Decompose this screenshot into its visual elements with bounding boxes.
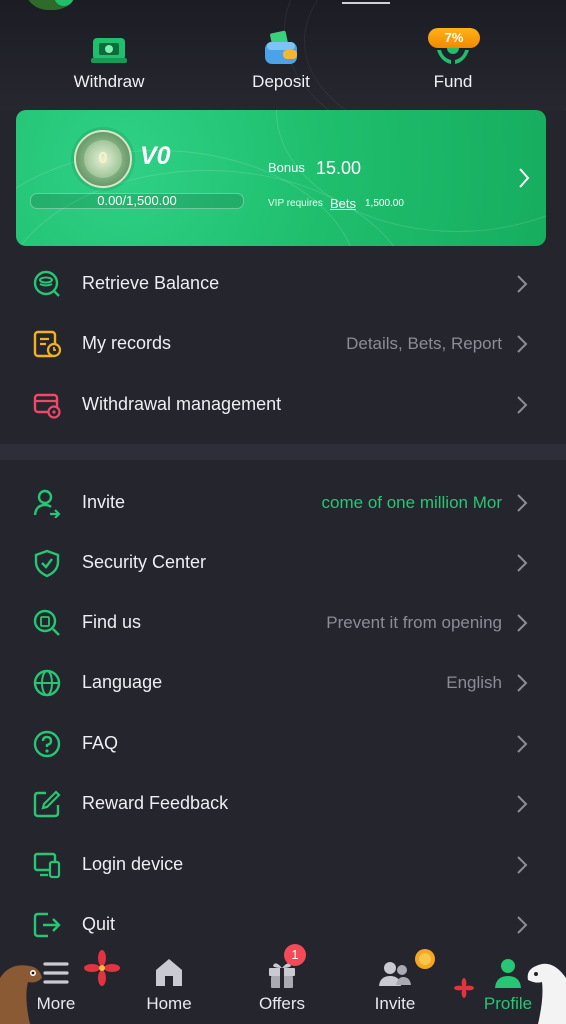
edit-icon bbox=[33, 790, 61, 818]
menu-label: Language bbox=[82, 672, 163, 692]
profile-page: Withdraw Deposit Fund 7% 0 V0 0.00/1,500… bbox=[0, 0, 566, 1024]
menu-value: English bbox=[446, 673, 502, 692]
bonus-value: 15.00 bbox=[316, 158, 362, 178]
menu-label: Invite bbox=[82, 492, 126, 512]
avatar[interactable] bbox=[24, 0, 78, 10]
menu-item-my-records[interactable]: My records Details, Bets, Report bbox=[0, 313, 566, 373]
deposit-label: Deposit bbox=[252, 72, 310, 91]
chevron-right-icon bbox=[517, 335, 528, 353]
menu-label: Withdrawal management bbox=[82, 394, 282, 414]
invite-user-icon bbox=[33, 489, 61, 518]
animal-decoration-icon bbox=[0, 965, 42, 1024]
records-icon bbox=[33, 330, 62, 358]
menu-label: Quit bbox=[82, 914, 116, 934]
menu-value: Prevent it from opening bbox=[326, 613, 502, 632]
vip-requires-amount: 1,500.00 bbox=[365, 198, 404, 209]
nav-label: Offers bbox=[259, 994, 305, 1013]
menu-label: FAQ bbox=[82, 733, 119, 753]
chevron-right-icon bbox=[519, 168, 530, 188]
chevron-right-icon bbox=[517, 396, 528, 414]
nav-offers[interactable]: Offers bbox=[226, 954, 338, 1014]
menu-item-login-device[interactable]: Login device bbox=[0, 834, 566, 894]
withdraw-icon bbox=[89, 30, 129, 70]
llama-decoration-icon bbox=[527, 963, 566, 1024]
tab-underline bbox=[342, 2, 390, 4]
bonus-label: Bonus bbox=[268, 160, 305, 175]
withdraw-label: Withdraw bbox=[73, 72, 145, 91]
home-icon bbox=[150, 954, 188, 992]
sun-flower-decoration-icon bbox=[415, 949, 435, 969]
retrieve-balance-icon bbox=[33, 270, 60, 297]
withdrawal-management-icon bbox=[33, 393, 61, 419]
chevron-right-icon bbox=[517, 916, 528, 934]
menu-item-retrieve-balance[interactable]: Retrieve Balance bbox=[0, 253, 566, 313]
devices-icon bbox=[33, 852, 61, 879]
flower-decoration-icon bbox=[84, 950, 120, 986]
menu-label: Retrieve Balance bbox=[82, 273, 220, 293]
menu-label: Security Center bbox=[82, 552, 207, 572]
withdraw-button[interactable]: Withdraw bbox=[44, 30, 174, 92]
nav-home[interactable]: Home bbox=[113, 954, 225, 1014]
vip-badge-number: 0 bbox=[84, 140, 122, 178]
deposit-button[interactable]: Deposit bbox=[216, 30, 346, 92]
menu-item-security-center[interactable]: Security Center bbox=[0, 532, 566, 592]
wallet-icon bbox=[261, 30, 301, 70]
fund-label: Fund bbox=[433, 72, 473, 91]
offers-badge: 1 bbox=[284, 944, 306, 966]
question-icon bbox=[33, 730, 61, 758]
chevron-right-icon bbox=[517, 275, 528, 293]
users-icon bbox=[376, 954, 414, 992]
menu-label: Reward Feedback bbox=[82, 793, 229, 813]
logout-icon bbox=[33, 912, 61, 938]
chevron-right-icon bbox=[517, 735, 528, 753]
vip-badge-icon: 0 bbox=[74, 130, 132, 188]
vip-card[interactable]: 0 V0 0.00/1,500.00 Bonus 15.00 VIP requi… bbox=[16, 110, 546, 246]
globe-icon bbox=[33, 669, 61, 697]
menu-label: Find us bbox=[82, 612, 142, 632]
chevron-right-icon bbox=[517, 614, 528, 632]
menu-item-find-us[interactable]: Find us Prevent it from opening bbox=[0, 592, 566, 652]
nav-label: Home bbox=[146, 994, 192, 1013]
menu-item-withdrawal-management[interactable]: Withdrawal management bbox=[0, 374, 566, 434]
flower-decoration-icon bbox=[454, 978, 474, 998]
chevron-right-icon bbox=[517, 856, 528, 874]
menu-label: My records bbox=[82, 333, 172, 353]
section-divider bbox=[0, 444, 566, 460]
invite-marquee-text: come of one million Mor bbox=[321, 493, 502, 512]
menu-label: Login device bbox=[82, 854, 184, 874]
menu-item-faq[interactable]: FAQ bbox=[0, 713, 566, 773]
menu-item-reward-feedback[interactable]: Reward Feedback bbox=[0, 773, 566, 833]
fund-badge: 7% bbox=[428, 28, 480, 48]
chevron-right-icon bbox=[517, 674, 528, 692]
find-us-icon bbox=[33, 609, 60, 636]
nav-label: Invite bbox=[374, 994, 416, 1013]
chevron-right-icon bbox=[517, 795, 528, 813]
profile-header: Withdraw Deposit Fund 7% bbox=[0, 0, 566, 110]
menu-item-language[interactable]: Language English bbox=[0, 652, 566, 712]
vip-bets-link[interactable]: Bets bbox=[330, 196, 356, 211]
vip-level: V0 bbox=[140, 142, 171, 170]
chevron-right-icon bbox=[517, 494, 528, 512]
menu-item-invite[interactable]: Invite come of one million Mor bbox=[0, 472, 566, 532]
chevron-right-icon bbox=[517, 554, 528, 572]
shield-icon bbox=[34, 549, 60, 578]
vip-progress-text: 0.00/1,500.00 bbox=[97, 193, 177, 208]
vip-requires-text: VIP requires bbox=[268, 198, 323, 209]
menu-value: Details, Bets, Report bbox=[346, 334, 502, 353]
